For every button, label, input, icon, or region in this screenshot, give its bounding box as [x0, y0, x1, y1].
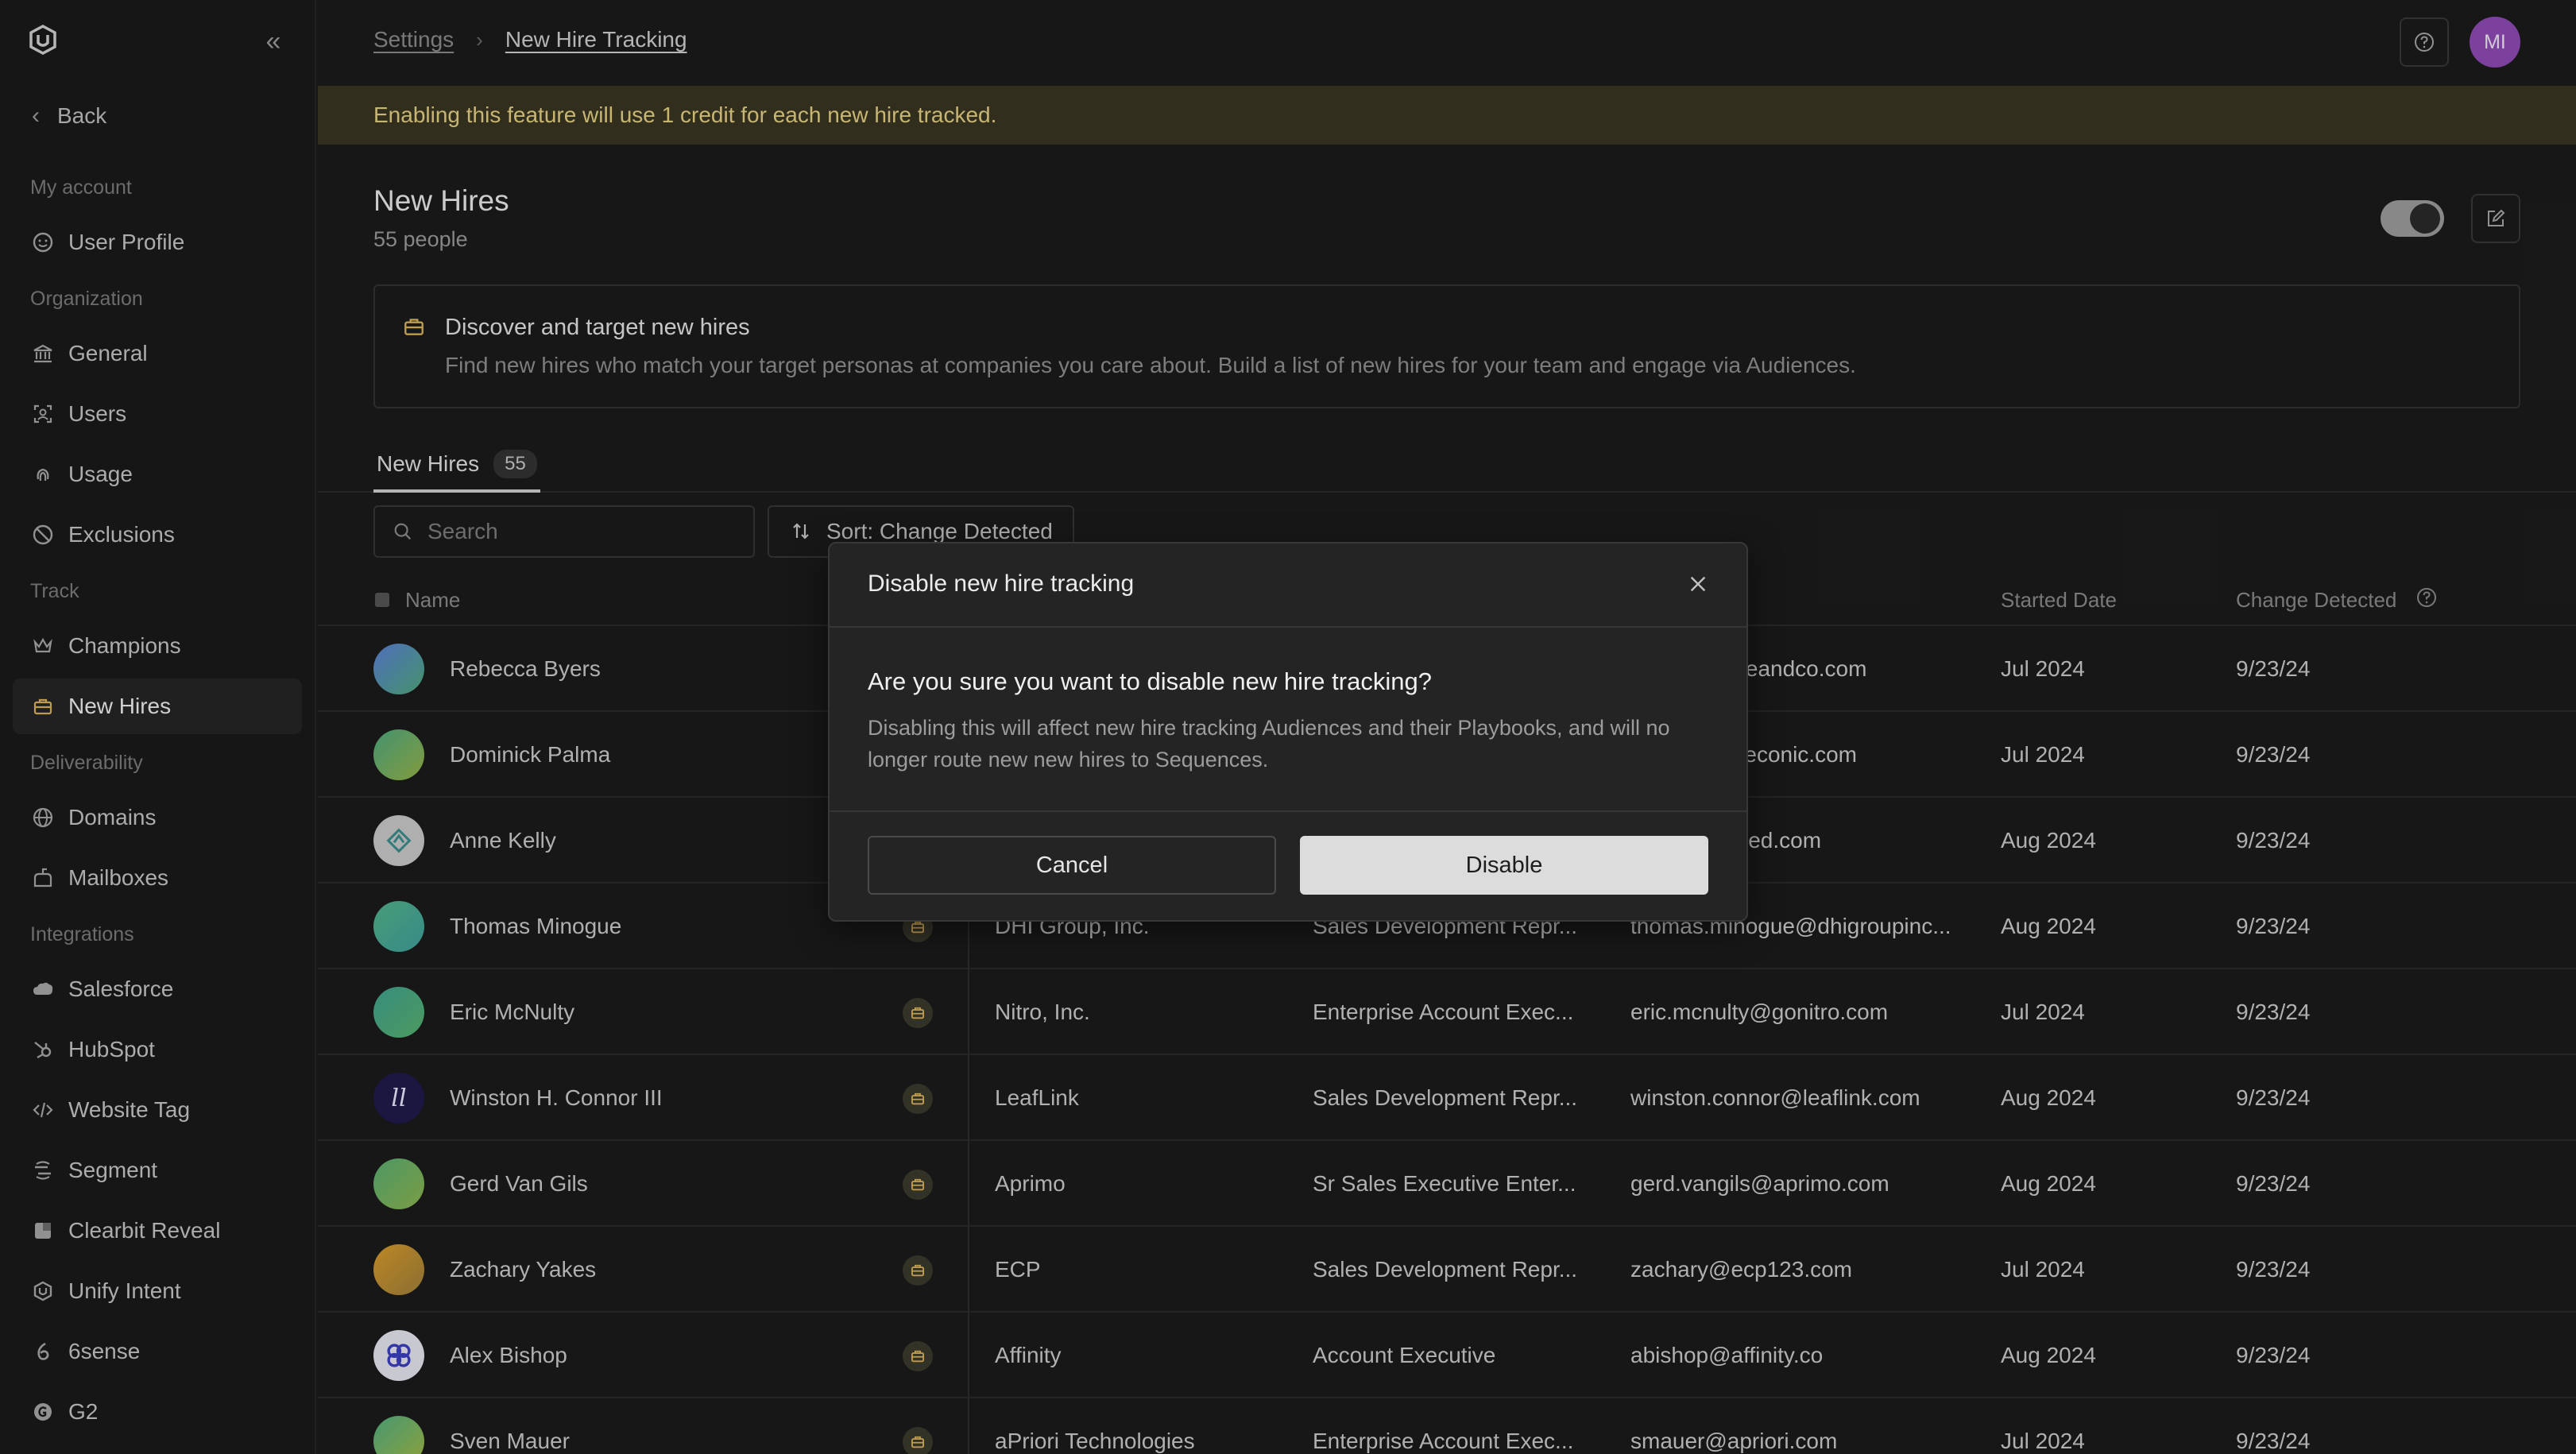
- dialog-header: Disable new hire tracking: [830, 543, 1746, 628]
- close-icon[interactable]: [1684, 570, 1712, 597]
- dialog-question: Are you sure you want to disable new hir…: [868, 667, 1432, 695]
- disable-button[interactable]: Disable: [1300, 836, 1708, 895]
- dialog-footer: Cancel Disable: [830, 810, 1746, 920]
- cancel-button[interactable]: Cancel: [868, 836, 1276, 895]
- dialog-description: Disabling this will affect new hire trac…: [868, 716, 1670, 771]
- disable-tracking-dialog: Disable new hire tracking Are you sure y…: [828, 542, 1748, 922]
- dialog-title: Disable new hire tracking: [868, 570, 1135, 597]
